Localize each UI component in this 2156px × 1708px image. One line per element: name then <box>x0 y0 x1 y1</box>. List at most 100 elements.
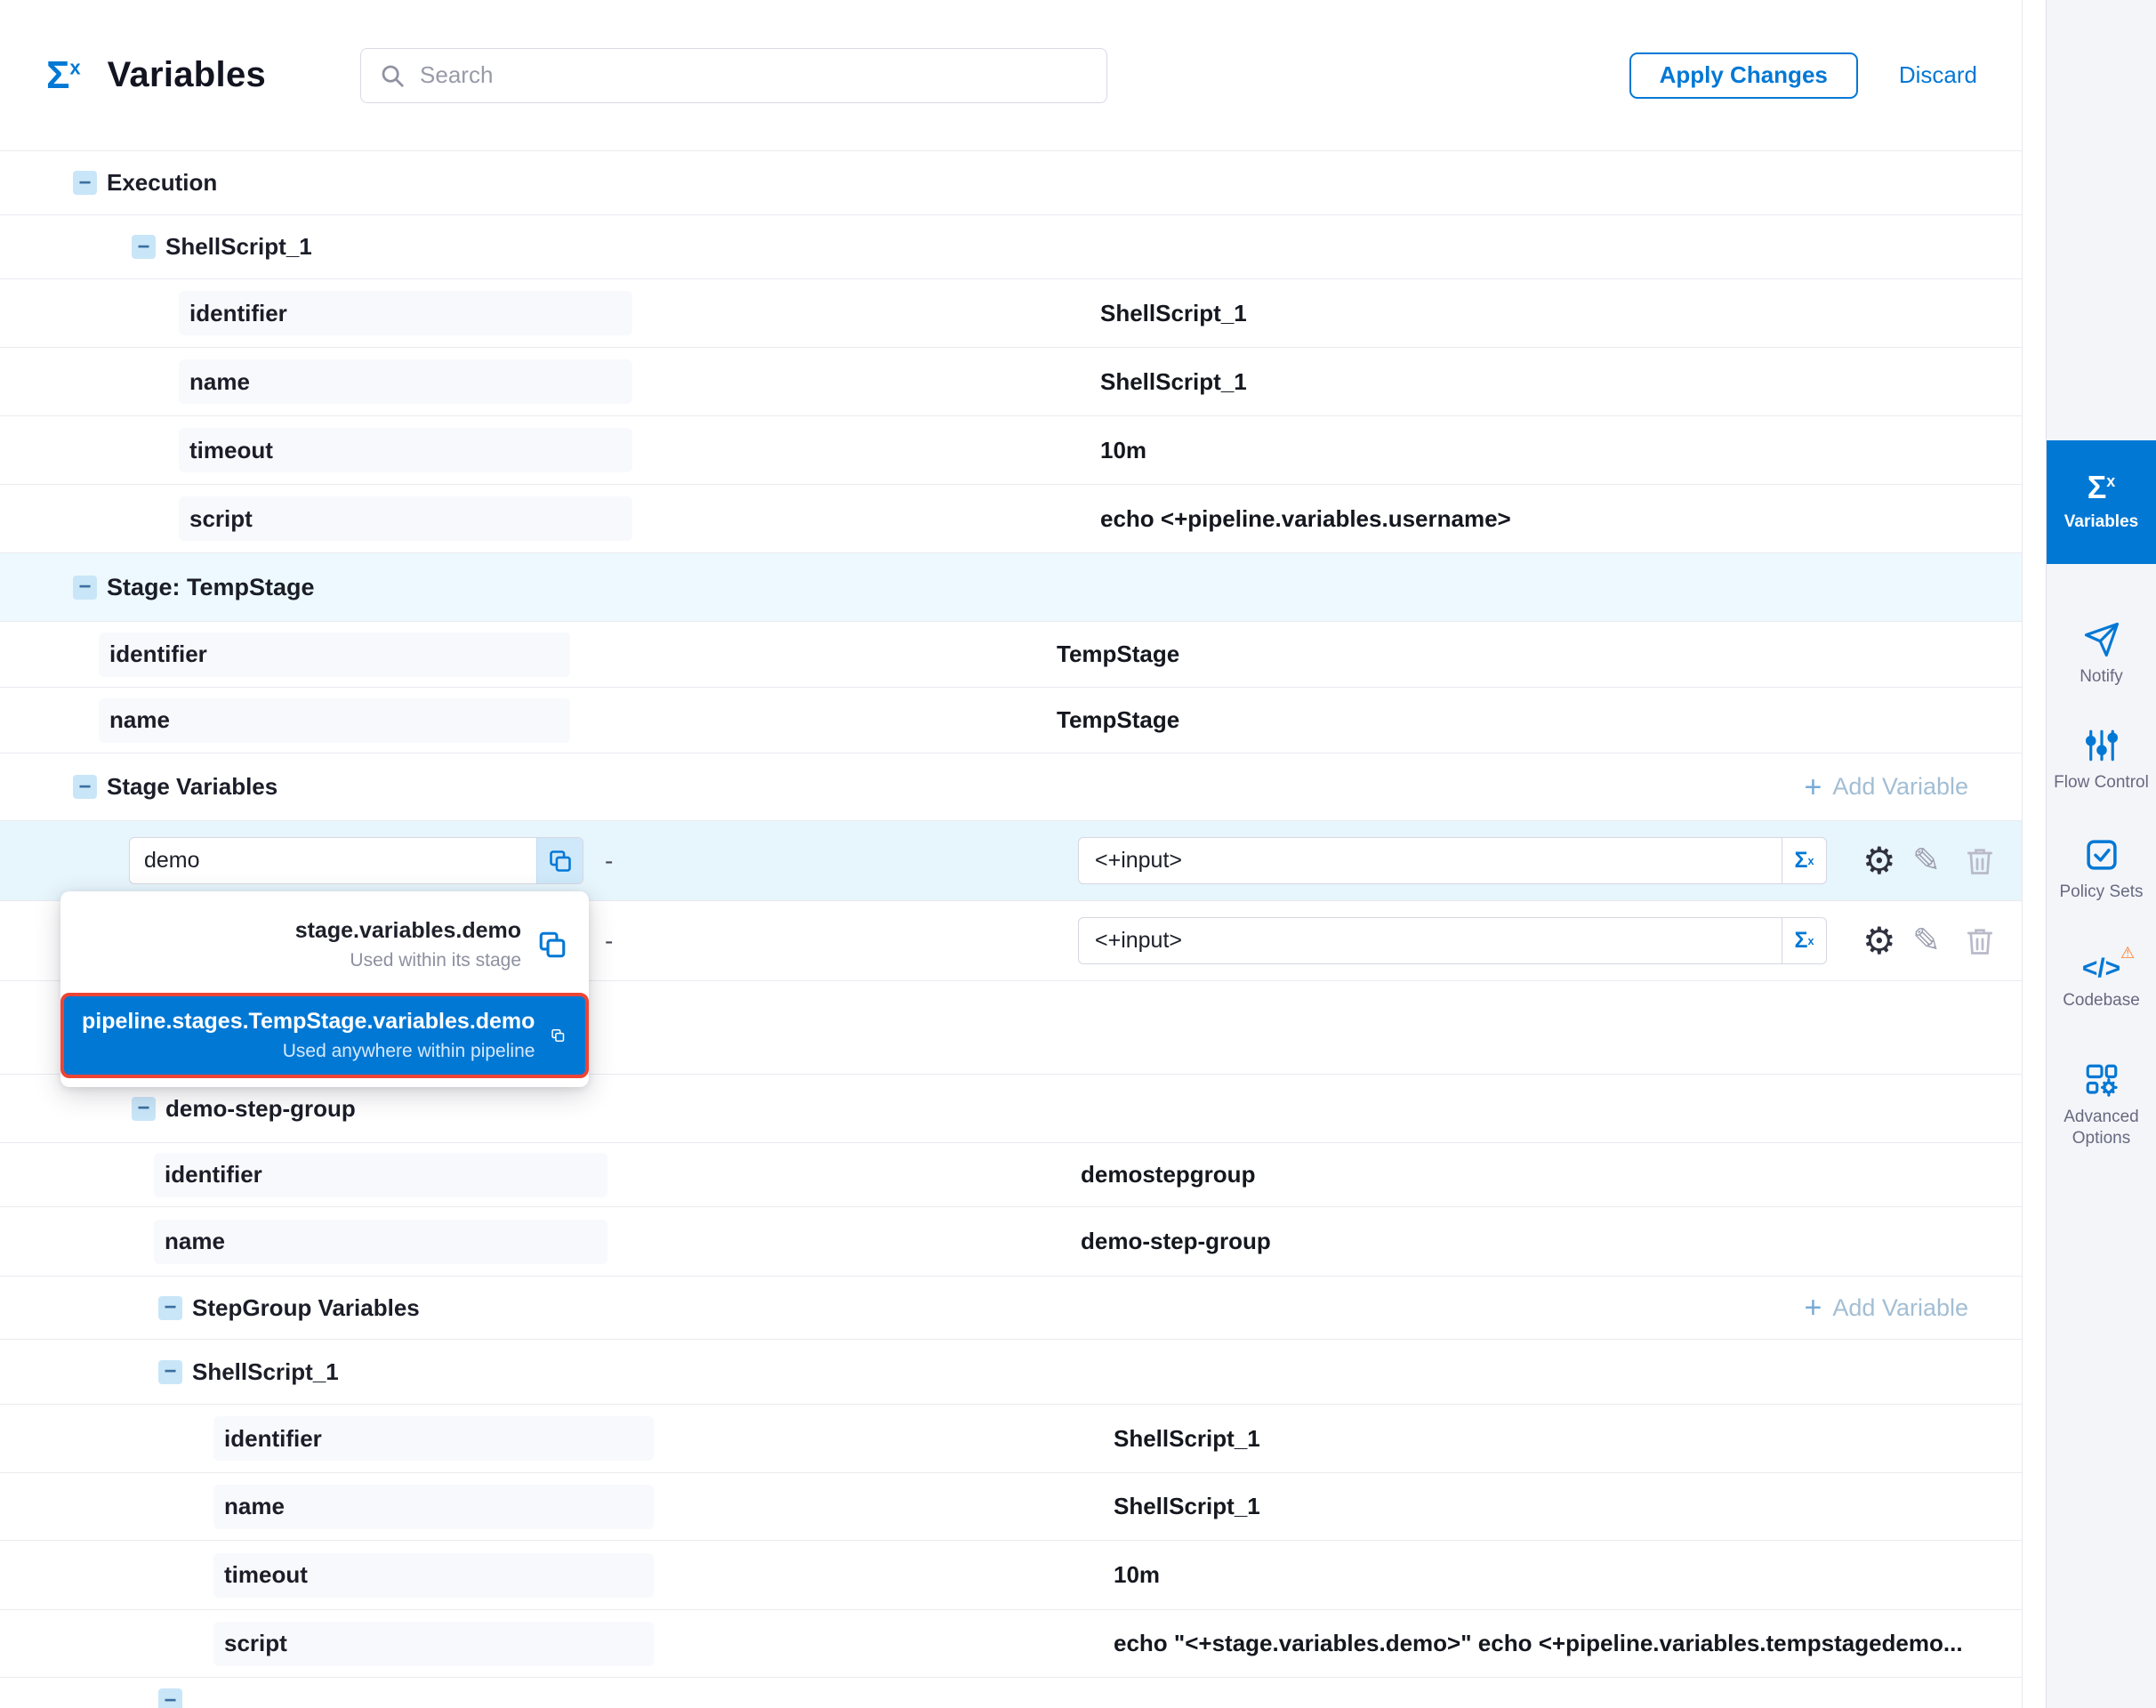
expression-option[interactable]: stage.variables.demo Used within its sta… <box>60 904 589 986</box>
expression-icon[interactable]: Σx <box>1782 838 1826 883</box>
apply-changes-button[interactable]: Apply Changes <box>1629 52 1858 99</box>
collapse-icon[interactable]: − <box>158 1296 182 1320</box>
sidebar-item-label: Advanced Options <box>2050 1107 2152 1149</box>
variable-name-input[interactable]: demo <box>129 837 583 884</box>
sidebar-item-codebase[interactable]: </> ⚠ Codebase <box>2047 955 2156 1011</box>
expression-scope: Used anywhere within pipeline <box>283 1041 535 1062</box>
tree-row-stepgroup-variables: − StepGroup Variables +Add Variable <box>0 1277 2022 1340</box>
sidebar-item-policy-sets[interactable]: Policy Sets <box>2047 836 2156 903</box>
field-label: timeout <box>179 428 632 472</box>
code-warning-icon: </> ⚠ <box>2082 955 2120 982</box>
expression-path: pipeline.stages.TempStage.variables.demo <box>82 1009 535 1035</box>
collapse-icon[interactable]: − <box>132 235 156 259</box>
field-value: TempStage <box>1057 640 1179 668</box>
copy-icon <box>537 930 567 960</box>
step-group-title: demo-step-group <box>165 1095 356 1123</box>
edit-pencil-icon[interactable]: ✎ <box>1912 844 1941 878</box>
collapse-icon[interactable]: − <box>132 1097 156 1121</box>
panel-header: Σx Variables Apply Changes Discard <box>0 0 2022 151</box>
field-label: name <box>154 1220 607 1264</box>
section-title: Execution <box>107 169 217 197</box>
field-value: echo "<+stage.variables.demo>" echo <+pi… <box>1114 1630 1963 1657</box>
sigma-x-icon: Σx <box>46 56 81 95</box>
add-variable-button[interactable]: +Add Variable <box>1805 772 1968 802</box>
discard-button[interactable]: Discard <box>1899 61 1977 89</box>
field-label: identifier <box>99 632 570 677</box>
collapse-icon[interactable]: − <box>158 1688 182 1708</box>
variable-expression-popup: stage.variables.demo Used within its sta… <box>60 891 589 1087</box>
sidebar-item-variables[interactable]: Σx Variables <box>2047 440 2156 564</box>
studio-right-rail: Σx Variables Notify Flow Control Policy … <box>2046 0 2156 1708</box>
field-label: name <box>99 698 570 743</box>
policy-check-icon <box>2083 836 2120 874</box>
section-title: Stage Variables <box>107 773 278 801</box>
partial-row: − <box>0 1678 2022 1708</box>
field-value: ShellScript_1 <box>1114 1425 1260 1453</box>
expression-path: stage.variables.demo <box>295 918 521 944</box>
delete-trash-icon[interactable] <box>1964 923 1996 959</box>
expression-scope: Used within its stage <box>350 950 521 971</box>
type-separator: - <box>605 847 613 875</box>
variable-value-text: <+input> <box>1079 928 1782 954</box>
sidebar-item-label: Flow Control <box>2054 772 2149 794</box>
plus-icon: + <box>1805 1293 1822 1323</box>
plus-icon: + <box>1805 772 1822 802</box>
search-box[interactable] <box>360 48 1107 103</box>
edit-pencil-icon[interactable]: ✎ <box>1912 924 1941 958</box>
delete-trash-icon[interactable] <box>1964 843 1996 879</box>
collapse-icon[interactable]: − <box>73 171 97 195</box>
field-label: script <box>213 1622 654 1666</box>
step-title: ShellScript_1 <box>192 1358 339 1386</box>
collapse-icon[interactable]: − <box>73 775 97 799</box>
field-row: identifier ShellScript_1 <box>0 279 2022 348</box>
tree-row-step: − ShellScript_1 <box>0 1340 2022 1405</box>
step-title: ShellScript_1 <box>165 233 312 261</box>
field-row: name demo-step-group <box>0 1207 2022 1277</box>
sidebar-item-flow-control[interactable]: Flow Control <box>2047 727 2156 794</box>
expression-icon[interactable]: Σx <box>1782 918 1826 963</box>
field-row: timeout 10m <box>0 1541 2022 1610</box>
sigma-x-icon: Σx <box>2088 471 2116 504</box>
field-value: echo <+pipeline.variables.username> <box>1100 505 1511 533</box>
field-row: script echo <+pipeline.variables.usernam… <box>0 485 2022 553</box>
field-row: name TempStage <box>0 688 2022 753</box>
field-label: name <box>179 359 632 404</box>
field-label: identifier <box>154 1153 607 1197</box>
variable-name-text: demo <box>130 848 536 874</box>
copy-icon <box>551 1020 566 1051</box>
field-row: identifier TempStage <box>0 622 2022 688</box>
variables-panel: Σx Variables Apply Changes Discard − Exe… <box>0 0 2023 1708</box>
expression-option-selected[interactable]: pipeline.stages.TempStage.variables.demo… <box>60 993 589 1078</box>
sidebar-item-advanced-options[interactable]: Advanced Options <box>2047 1061 2156 1149</box>
field-label: script <box>179 496 632 541</box>
copy-icon[interactable] <box>536 838 583 883</box>
settings-gear-icon[interactable]: ⚙ <box>1862 842 1896 880</box>
tree-row-stage-variables: − Stage Variables +Add Variable <box>0 753 2022 821</box>
sliders-icon <box>2083 727 2120 764</box>
variable-value-text: <+input> <box>1079 848 1782 874</box>
field-row: timeout 10m <box>0 416 2022 485</box>
field-value: 10m <box>1114 1561 1160 1589</box>
field-row: name ShellScript_1 <box>0 348 2022 416</box>
sidebar-item-notify[interactable]: Notify <box>2047 621 2156 688</box>
field-label: name <box>213 1485 654 1529</box>
tree-row-stage: − Stage: TempStage <box>0 553 2022 622</box>
collapse-icon[interactable]: − <box>158 1360 182 1384</box>
field-value: ShellScript_1 <box>1100 300 1247 327</box>
search-icon <box>379 62 406 89</box>
field-label: timeout <box>213 1553 654 1598</box>
collapse-icon[interactable]: − <box>73 576 97 600</box>
sidebar-item-label: Variables <box>2064 512 2138 533</box>
tree-row-step: − ShellScript_1 <box>0 215 2022 279</box>
variable-value-input[interactable]: <+input> Σx <box>1078 837 1827 884</box>
add-variable-button[interactable]: +Add Variable <box>1805 1293 1968 1323</box>
search-input[interactable] <box>420 61 1089 89</box>
field-value: ShellScript_1 <box>1114 1493 1260 1520</box>
field-value: demo-step-group <box>1081 1228 1271 1255</box>
field-label: identifier <box>213 1416 654 1461</box>
settings-gear-icon[interactable]: ⚙ <box>1862 922 1896 960</box>
field-row: script echo "<+stage.variables.demo>" ec… <box>0 1610 2022 1678</box>
paper-plane-icon <box>2083 621 2120 658</box>
variable-value-input[interactable]: <+input> Σx <box>1078 917 1827 964</box>
page-title: Variables <box>108 55 266 95</box>
